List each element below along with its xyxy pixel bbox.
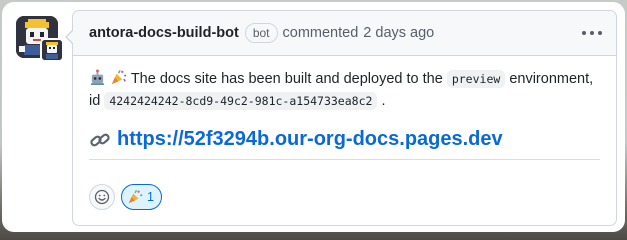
comment-body: The docs site has been built and deploye… [73, 56, 616, 160]
message-text-before: The docs site has been built and deploye… [130, 71, 443, 87]
add-reaction-button[interactable] [89, 184, 115, 210]
comment-box: antora-docs-build-bot bot commented 2 da… [65, 10, 617, 226]
comment-message: The docs site has been built and deploye… [89, 68, 600, 112]
reactions-bar: 1 [89, 184, 162, 210]
reaction-hooray-button[interactable]: 1 [121, 184, 162, 210]
preview-url-link[interactable]: https://52f3294b.our-org-docs.pages.dev [117, 128, 503, 151]
party-popper-icon [128, 189, 143, 204]
comment-frame: antora-docs-build-bot bot commented 2 da… [2, 2, 625, 232]
author-link[interactable]: antora-docs-build-bot [89, 25, 239, 41]
preview-link-row: https://52f3294b.our-org-docs.pages.dev [89, 128, 600, 160]
comment-header: antora-docs-build-bot bot commented 2 da… [73, 11, 616, 56]
robot-emoji-icon [90, 69, 105, 86]
comment-action: commented [282, 25, 359, 41]
reaction-count: 1 [147, 190, 154, 204]
robot-mini-icon [42, 40, 62, 60]
link-chain-icon [90, 133, 110, 146]
bot-app-avatar[interactable] [40, 38, 64, 62]
comment-timestamp[interactable]: 2 days ago [363, 25, 434, 41]
deploy-id-code: 4242424242-8cd9-49c2-981c-a154733ea8c2 [104, 92, 378, 110]
bot-badge: bot [244, 23, 278, 43]
kebab-menu-icon[interactable] [582, 24, 602, 42]
smiley-icon [94, 189, 110, 205]
message-text-end: . [381, 93, 386, 109]
party-popper-icon [111, 69, 127, 85]
environment-code: preview [446, 70, 506, 88]
